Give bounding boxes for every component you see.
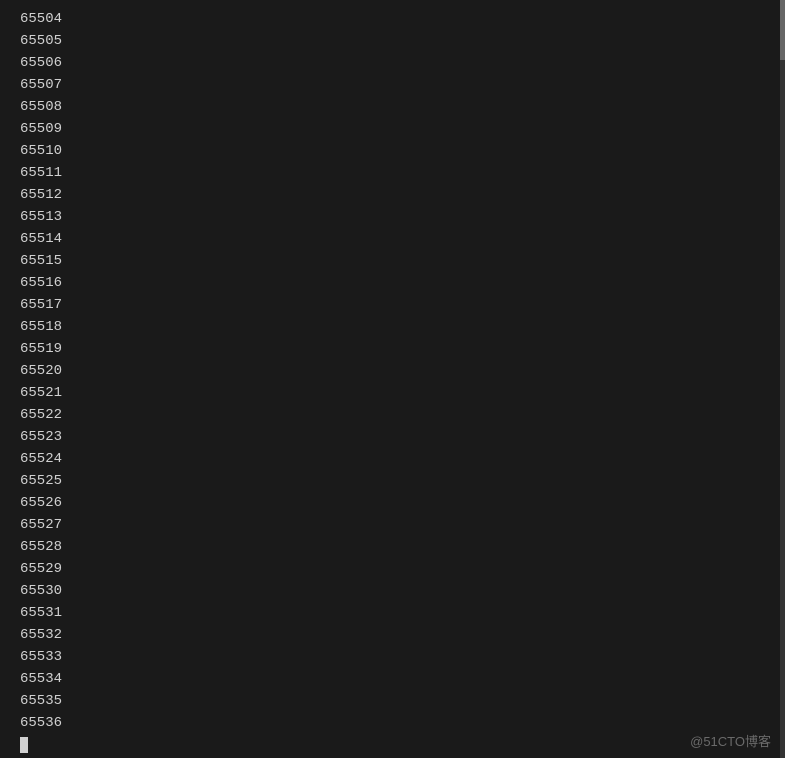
terminal-line: 65506 — [20, 52, 780, 74]
terminal-line: 65510 — [20, 140, 780, 162]
terminal-line: 65523 — [20, 426, 780, 448]
vertical-scrollbar[interactable] — [780, 0, 785, 758]
terminal-line: 65532 — [20, 624, 780, 646]
terminal-line: 65509 — [20, 118, 780, 140]
terminal-line: 65505 — [20, 30, 780, 52]
terminal-line: 65513 — [20, 206, 780, 228]
terminal-line: 65528 — [20, 536, 780, 558]
terminal-line: 65519 — [20, 338, 780, 360]
terminal-line: 65530 — [20, 580, 780, 602]
terminal-cursor — [20, 737, 28, 753]
terminal-line: 65507 — [20, 74, 780, 96]
watermark-text: @51CTO博客 — [690, 731, 771, 750]
terminal-line: 65535 — [20, 690, 780, 712]
terminal-line: 65516 — [20, 272, 780, 294]
terminal-line: 65511 — [20, 162, 780, 184]
terminal-line: 65517 — [20, 294, 780, 316]
terminal-line: 65525 — [20, 470, 780, 492]
terminal-line: 65531 — [20, 602, 780, 624]
terminal-output[interactable]: 6550365504655056550665507655086550965510… — [0, 0, 780, 758]
terminal-line: 65533 — [20, 646, 780, 668]
terminal-line: 65504 — [20, 8, 780, 30]
cursor-line — [20, 734, 780, 753]
terminal-line: 65514 — [20, 228, 780, 250]
terminal-line: 65512 — [20, 184, 780, 206]
terminal-line: 65503 — [20, 0, 780, 8]
terminal-line: 65526 — [20, 492, 780, 514]
terminal-line: 65521 — [20, 382, 780, 404]
terminal-line: 65520 — [20, 360, 780, 382]
terminal-line: 65515 — [20, 250, 780, 272]
terminal-line: 65527 — [20, 514, 780, 536]
terminal-line: 65518 — [20, 316, 780, 338]
terminal-line: 65534 — [20, 668, 780, 690]
terminal-line: 65508 — [20, 96, 780, 118]
scrollbar-thumb[interactable] — [780, 0, 785, 60]
terminal-line: 65522 — [20, 404, 780, 426]
terminal-line: 65524 — [20, 448, 780, 470]
terminal-line: 65529 — [20, 558, 780, 580]
terminal-line: 65536 — [20, 712, 780, 734]
